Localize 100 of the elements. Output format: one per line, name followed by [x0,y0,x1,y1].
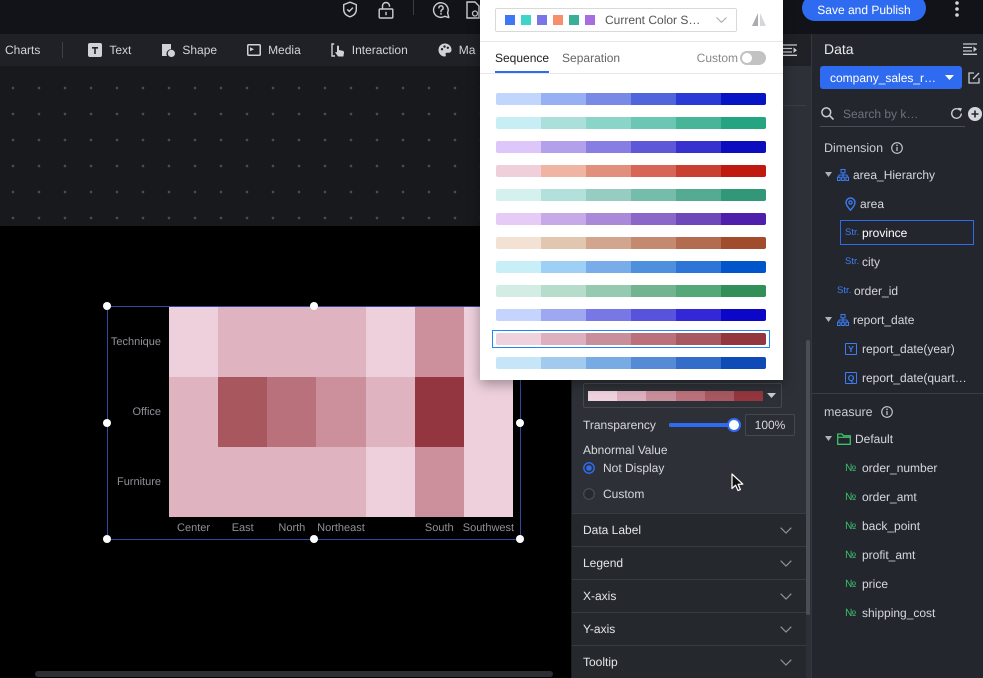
field-item[interactable]: Y report_date(year) [840,336,974,361]
resize-handle[interactable] [516,418,524,426]
field-item[interactable]: Str. province [840,220,974,245]
type-label: № [845,606,858,618]
type-label: № [845,578,858,590]
collapse-icon[interactable] [783,44,797,56]
edit-icon[interactable] [968,72,980,84]
horizontal-scrollbar[interactable] [35,671,553,677]
field-item[interactable]: № back_point [840,513,974,538]
chevron-down-icon [716,17,727,23]
tab[interactable]: Sequence [495,42,550,73]
palette-select[interactable] [583,383,782,408]
caret-icon[interactable] [825,317,832,322]
section-label: Dimension [824,141,884,155]
date-type-label: Q [845,372,857,384]
toolbar-button[interactable]: Charts [5,43,40,57]
add-icon[interactable] [968,107,982,121]
field-item[interactable]: № price [840,571,974,596]
help-icon[interactable] [432,1,450,19]
resize-handle[interactable] [310,302,318,310]
field-item[interactable]: Str. order_id [821,278,973,303]
chevron-icon[interactable] [780,658,792,666]
field-item[interactable]: Default [821,426,973,451]
section-header[interactable]: Y-axis [572,612,806,645]
toolbar-button[interactable]: Shape [161,43,218,57]
shape-icon [161,43,176,57]
type-label: № [845,548,858,560]
slider-thumb[interactable] [727,418,741,432]
search-icon [821,107,834,120]
publish-button[interactable]: Save and Publish [802,0,926,21]
field-item[interactable]: area_Hierarchy [821,162,973,187]
radio-option[interactable]: Not Display [583,461,664,475]
palette-option[interactable] [492,330,770,348]
custom-toggle[interactable] [740,50,766,64]
section-label: measure [824,405,873,419]
chevron-icon[interactable] [780,626,792,632]
axis-label: Northeast [317,522,365,534]
radio-option[interactable]: Custom [583,487,644,501]
toolbar-button[interactable]: Media [247,43,301,57]
section-header[interactable]: Tooltip [572,645,806,678]
document-icon[interactable] [466,1,480,19]
heatmap-chart[interactable]: Technique Office Furniture Center East North Northeast South Southwest [107,306,521,540]
hierarchy-icon [837,314,849,326]
image-icon [247,43,262,57]
axis-label: South [424,522,454,534]
hierarchy-icon [837,168,849,180]
color-scheme-select[interactable]: Current Color S… [495,8,737,32]
toolbar-button[interactable]: Text [88,43,132,57]
axis-label: North [278,522,306,534]
caret-icon[interactable] [825,436,832,441]
resize-handle[interactable] [516,535,524,543]
resize-handle[interactable] [310,535,318,543]
search-field[interactable]: Search by k… [843,104,946,122]
field-item[interactable]: report_date [821,307,973,332]
radio-icon[interactable] [583,488,595,500]
field-item[interactable]: Str. city [840,249,974,274]
toolbar-button[interactable]: Interaction [330,43,408,57]
unlocked-padlock-icon[interactable] [378,1,394,19]
resize-handle[interactable] [103,418,111,426]
refresh-icon[interactable] [950,107,963,120]
field-item[interactable]: № profit_amt [840,542,974,567]
text-icon [88,43,102,57]
type-label: № [845,490,858,502]
resize-handle[interactable] [103,535,111,543]
chevron-icon[interactable] [780,592,792,600]
dataset-select[interactable]: company_sales_r… [820,66,962,89]
axis-label: Technique [110,336,161,348]
collapse-icon[interactable] [963,43,977,55]
chevron-icon[interactable] [780,560,792,566]
folder-icon [837,432,851,444]
location-pin-icon [845,196,856,210]
field-item[interactable]: № order_number [840,455,974,480]
type-label: № [845,520,858,532]
type-label: № [845,462,858,474]
axis-label: East [232,522,254,534]
info-icon[interactable] [880,406,893,418]
field-item[interactable]: Q report_date(quart… [840,365,974,390]
radio-icon[interactable] [583,462,595,474]
info-icon[interactable] [891,142,904,154]
tab[interactable]: Separation [562,42,620,73]
field-label: Abnormal Value [583,443,668,457]
date-type-label: Y [845,342,857,354]
field-item[interactable]: № shipping_cost [840,600,974,625]
caret-icon[interactable] [825,172,832,177]
chevron-icon[interactable] [780,526,792,534]
toggle-label: Custom [696,50,738,64]
more-icon[interactable] [955,1,959,17]
field-item[interactable]: area [840,191,974,216]
shield-check-icon[interactable] [342,1,358,18]
type-label: Str. [837,285,850,296]
resize-handle[interactable] [103,302,111,310]
type-label: Str. [845,227,858,238]
field-item[interactable]: № order_amt [840,484,974,509]
toolbar-button[interactable]: Ma [438,43,476,57]
slider-label: Transparency [583,418,657,432]
axis-label: Center [177,522,210,534]
palette-icon [438,43,452,57]
transparency-input[interactable]: 100% [745,414,795,436]
caret-down-icon [945,75,954,80]
panel-title: Data [824,41,854,57]
